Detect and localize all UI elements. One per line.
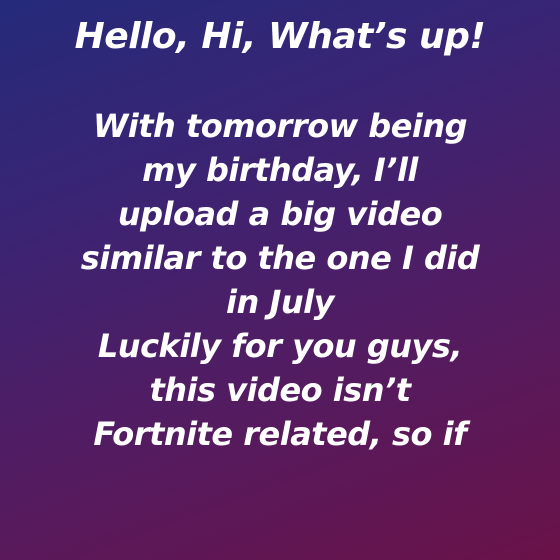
story-headline: Hello, Hi, What’s up! (74, 16, 486, 57)
story-line: similar to the one I did (80, 239, 480, 277)
story-line: in July (226, 283, 334, 321)
story-line: Luckily for you guys, (97, 327, 463, 365)
story-line: my birthday, I’ll (142, 151, 418, 189)
story-line: this video isn’t (149, 371, 411, 409)
story-canvas: Hello, Hi, What’s up! With tomorrow bein… (0, 0, 560, 560)
story-line: With tomorrow being (92, 107, 468, 145)
story-line: upload a big video (117, 195, 443, 233)
story-line: Fortnite related, so if (93, 415, 467, 453)
story-body: With tomorrow being my birthday, I’ll up… (0, 104, 560, 456)
